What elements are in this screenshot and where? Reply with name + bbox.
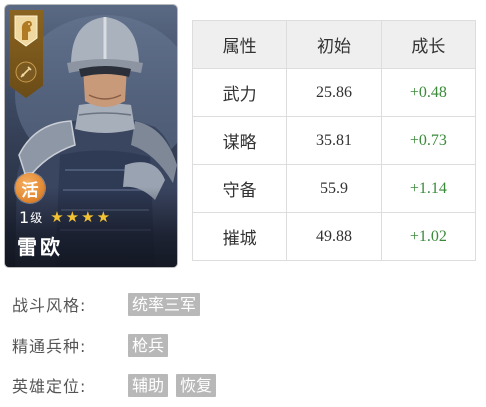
hero-type-badge: 活: [15, 173, 45, 203]
attr-name: 武力: [191, 68, 288, 117]
header-attribute: 属性: [191, 20, 288, 69]
role-tag[interactable]: 恢复: [176, 373, 217, 397]
attr-initial: 35.81: [286, 116, 382, 165]
star-icon: ★: [65, 207, 80, 226]
table-header-row: 属性 初始 成长: [191, 20, 477, 69]
role-tag[interactable]: 辅助: [128, 373, 169, 397]
attr-growth: +0.48: [380, 68, 477, 117]
attr-growth: +0.73: [380, 116, 477, 165]
attr-initial: 25.86: [286, 68, 382, 117]
troop-type-tag[interactable]: 枪兵: [128, 333, 169, 357]
combat-style-tag[interactable]: 统率三军: [128, 292, 201, 316]
attr-growth: +1.14: [380, 164, 477, 213]
table-row: 守备 55.9 +1.14: [191, 164, 477, 213]
attr-name: 守备: [191, 164, 288, 213]
table-row: 谋略 35.81 +0.73: [191, 116, 477, 165]
role-label: 英雄定位:: [12, 377, 87, 396]
attr-growth: +1.02: [380, 212, 477, 261]
table-row: 武力 25.86 +0.48: [191, 68, 477, 117]
combat-style-label: 战斗风格:: [12, 296, 87, 315]
troop-type-row: 精通兵种: 枪兵: [12, 332, 176, 358]
combat-style-row: 战斗风格: 统率三军: [12, 291, 208, 317]
header-initial: 初始: [286, 20, 382, 69]
header-growth: 成长: [380, 20, 477, 69]
level-unit: 级: [30, 210, 43, 225]
star-rating: ★ ★ ★ ★: [50, 207, 111, 226]
hero-name: 雷欧: [17, 235, 63, 259]
sword-icon: [15, 61, 37, 83]
star-icon: ★: [50, 207, 64, 226]
hero-level: 1 级 ★ ★ ★ ★: [19, 207, 110, 227]
attr-name: 摧城: [191, 212, 288, 261]
attr-name: 谋略: [191, 116, 288, 165]
attr-initial: 49.88: [286, 212, 382, 261]
attr-initial: 55.9: [286, 164, 382, 213]
hero-card[interactable]: 活 1 级 ★ ★ ★ ★ 雷欧: [5, 5, 177, 267]
troop-type-label: 精通兵种:: [12, 337, 87, 356]
level-number: 1: [19, 207, 30, 227]
table-row: 摧城 49.88 +1.02: [191, 212, 477, 261]
role-row: 英雄定位: 辅助 恢复: [12, 372, 224, 398]
stats-table: 属性 初始 成长 武力 25.86 +0.48 谋略 35.81 +0.73 守…: [191, 20, 477, 261]
horse-icon: [14, 15, 38, 47]
star-icon: ★: [96, 207, 111, 226]
star-icon: ★: [81, 207, 95, 226]
